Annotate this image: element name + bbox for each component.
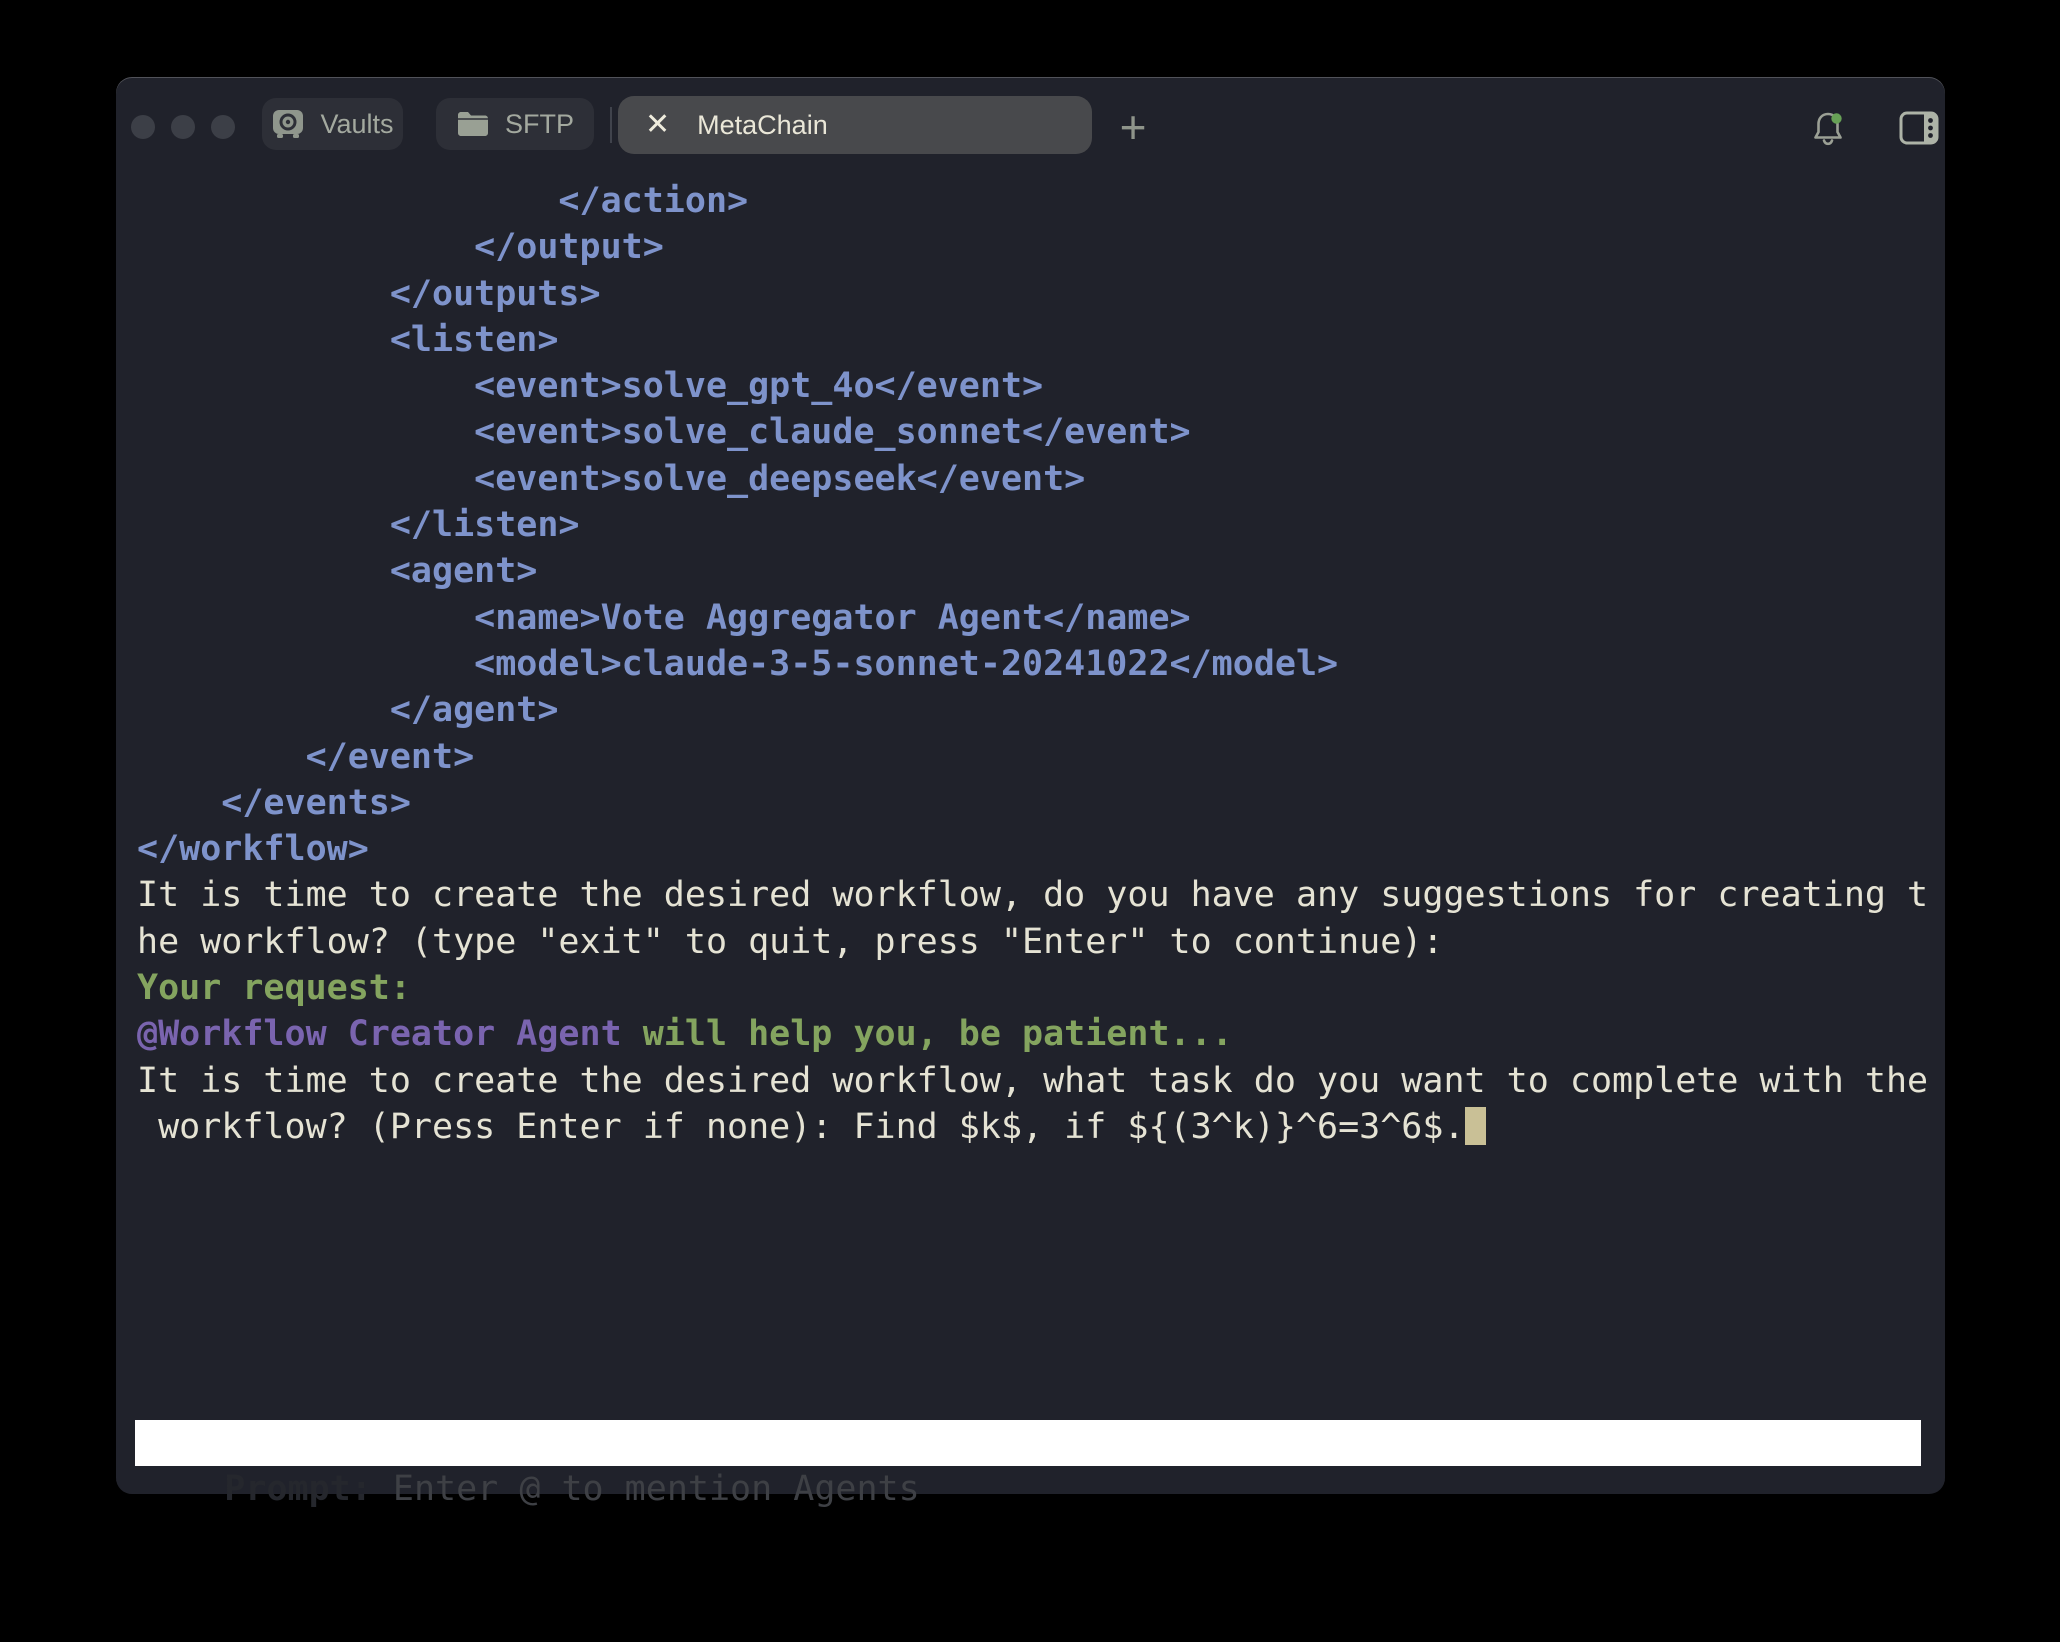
terminal-line: </workflow> — [137, 826, 1928, 872]
terminal-line: <name>Vote Aggregator Agent</name> — [137, 595, 1928, 641]
tab-sftp[interactable]: SFTP — [436, 98, 594, 150]
prompt-hint: Enter @ to mention Agents — [372, 1469, 920, 1509]
tab-metachain[interactable]: ✕ MetaChain — [618, 96, 1092, 154]
terminal-text-segment: </events> — [137, 783, 411, 823]
sidebar-panel-icon[interactable] — [1899, 111, 1939, 150]
new-tab-button[interactable]: + — [1111, 101, 1155, 153]
terminal-line: </output> — [137, 224, 1928, 270]
terminal-text-segment: <name>Vote Aggregator Agent</name> — [137, 598, 1191, 638]
terminal-line: workflow? (Press Enter if none): Find $k… — [137, 1104, 1928, 1150]
terminal-text-segment: <model>claude-3-5-sonnet-20241022</model… — [137, 644, 1338, 684]
terminal-text-segment: </event> — [137, 737, 474, 777]
tab-label: MetaChain — [697, 110, 828, 141]
terminal-text-segment: <agent> — [137, 551, 537, 591]
titlebar-right-icons — [1809, 109, 1939, 152]
prompt-bar[interactable]: Prompt: Enter @ to mention Agents — [135, 1420, 1921, 1466]
vault-icon — [271, 108, 305, 140]
terminal-line: <agent> — [137, 548, 1928, 594]
terminal-line: <model>claude-3-5-sonnet-20241022</model… — [137, 641, 1928, 687]
zoom-window-button[interactable] — [211, 115, 235, 139]
prompt-label: Prompt: — [224, 1469, 372, 1509]
terminal-text-segment: @Workflow Creator Agent — [137, 1014, 622, 1054]
tab-label: Vaults — [320, 109, 393, 140]
terminal-line: It is time to create the desired workflo… — [137, 872, 1928, 918]
titlebar: Vaults SFTP ✕ MetaChain + — [116, 77, 1945, 155]
terminal-text-segment: workflow? (Press Enter if none): Find $k… — [137, 1107, 1465, 1147]
terminal-text-segment: It is time to create the desired workflo… — [137, 875, 1928, 915]
terminal-line: It is time to create the desired workflo… — [137, 1058, 1928, 1104]
terminal-line: </agent> — [137, 687, 1928, 733]
terminal-line: he workflow? (type "exit" to quit, press… — [137, 919, 1928, 965]
text-cursor — [1465, 1107, 1486, 1145]
folder-icon — [456, 110, 490, 138]
terminal-line: Your request: — [137, 965, 1928, 1011]
terminal-line: </action> — [137, 178, 1928, 224]
close-window-button[interactable] — [131, 115, 155, 139]
terminal-text-segment: will help you, be patient... — [622, 1014, 1233, 1054]
terminal-output[interactable]: </action> </output> </outputs> <listen> … — [137, 178, 1928, 1150]
bell-icon[interactable] — [1809, 109, 1847, 152]
terminal-text-segment: </output> — [137, 227, 664, 267]
terminal-line: </listen> — [137, 502, 1928, 548]
terminal-text-segment: <event>solve_deepseek</event> — [137, 459, 1085, 499]
terminal-text-segment: <listen> — [137, 320, 558, 360]
tab-vaults[interactable]: Vaults — [262, 98, 403, 150]
terminal-text-segment: Your request: — [137, 968, 411, 1008]
terminal-line: @Workflow Creator Agent will help you, b… — [137, 1011, 1928, 1057]
minimize-window-button[interactable] — [171, 115, 195, 139]
terminal-text-segment: </listen> — [137, 505, 580, 545]
terminal-text-segment: </outputs> — [137, 274, 601, 314]
terminal-line: </event> — [137, 734, 1928, 780]
tab-separator — [610, 107, 612, 143]
terminal-text-segment: </workflow> — [137, 829, 369, 869]
terminal-text-segment: </action> — [137, 181, 748, 221]
terminal-text-segment: </agent> — [137, 690, 558, 730]
terminal-line: <event>solve_deepseek</event> — [137, 456, 1928, 502]
terminal-line: <listen> — [137, 317, 1928, 363]
traffic-lights — [131, 115, 235, 139]
terminal-line: </events> — [137, 780, 1928, 826]
tab-label: SFTP — [505, 109, 574, 140]
terminal-text-segment: <event>solve_gpt_4o</event> — [137, 366, 1043, 406]
close-icon[interactable]: ✕ — [645, 110, 670, 140]
terminal-line: <event>solve_gpt_4o</event> — [137, 363, 1928, 409]
terminal-text-segment: <event>solve_claude_sonnet</event> — [137, 412, 1191, 452]
terminal-window: Vaults SFTP ✕ MetaChain + — [116, 77, 1945, 1494]
terminal-line: </outputs> — [137, 271, 1928, 317]
terminal-text-segment: It is time to create the desired workflo… — [137, 1061, 1928, 1101]
terminal-text-segment: he workflow? (type "exit" to quit, press… — [137, 922, 1443, 962]
terminal-line: <event>solve_claude_sonnet</event> — [137, 409, 1928, 455]
